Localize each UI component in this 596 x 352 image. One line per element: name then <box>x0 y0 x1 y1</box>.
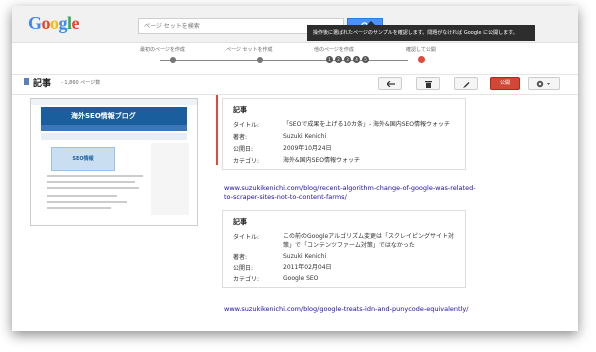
field-value: 海外&国内SEO情報ウォッチ <box>283 157 361 164</box>
result-card[interactable]: 記事 タイトル: 「SEOで成果を上げる10カ条」- 海外&国内SEO情報ウォッ… <box>222 98 466 170</box>
step-number-1[interactable]: 1 <box>326 56 333 63</box>
card-title: 記事 <box>233 218 247 226</box>
divider <box>12 94 578 95</box>
step-dot[interactable] <box>257 57 263 63</box>
field-key: タイトル: <box>233 122 260 129</box>
step-dot-current[interactable] <box>418 56 425 63</box>
gear-icon <box>536 80 550 88</box>
preview-top-strip <box>31 99 197 105</box>
field-key: 公開日: <box>233 146 254 153</box>
step-label-2[interactable]: ページ セットを作成 <box>226 46 273 53</box>
preview-text-line <box>47 195 117 197</box>
pencil-icon <box>463 82 470 88</box>
field-value: 2011年02月04日 <box>283 264 332 271</box>
field-key: 公開日: <box>233 265 254 272</box>
preview-nav <box>41 125 187 131</box>
document-icon <box>24 78 29 85</box>
logo-letter: o <box>41 13 51 33</box>
arrow-left-icon <box>387 81 395 87</box>
step-number-5[interactable]: 5 <box>362 56 369 63</box>
preview-text-line <box>47 187 139 189</box>
step-label-1[interactable]: 最初のページを作成 <box>140 46 185 53</box>
preview-banner: 海外SEO情報ブログ <box>41 107 187 125</box>
field-value: 2009年10月24日 <box>283 145 332 152</box>
preview-text-line <box>47 201 127 203</box>
steps-line <box>160 60 408 61</box>
delete-button[interactable] <box>416 77 440 90</box>
page-title: 記事 <box>33 79 52 89</box>
field-value: 「SEOで成果を上げる10カ条」- 海外&国内SEO情報ウォッチ <box>283 121 451 128</box>
trash-icon <box>425 81 432 88</box>
field-value: この前のGoogleアルゴリズム変更は「スクレイピングサイト対策」で「コンテンツ… <box>283 233 454 249</box>
card-title: 記事 <box>233 106 247 114</box>
result-card[interactable]: 記事 タイトル: この前のGoogleアルゴリズム変更は「スクレイピングサイト対… <box>222 210 466 288</box>
page-preview-thumbnail[interactable]: 海外SEO情報ブログ SEO情報 <box>30 98 198 226</box>
preview-strip <box>41 133 187 140</box>
field-value: Suzuki Kenichi <box>283 253 327 260</box>
app-window: Google 操作後に選ばれたページのサンプルを確認します。問題がなければ Go… <box>12 6 578 331</box>
step-label-4[interactable]: 確認して公開 <box>406 46 436 53</box>
field-key: 著者: <box>233 254 248 261</box>
settings-button[interactable] <box>528 77 560 90</box>
result-url-link[interactable]: www.suzukikenichi.com/blog/recent-algori… <box>224 184 484 202</box>
selection-indicator <box>216 95 218 165</box>
step-label-3[interactable]: 他のページを作成 <box>314 46 354 53</box>
logo-letter: o <box>50 13 59 33</box>
edit-button[interactable] <box>454 77 478 90</box>
field-key: 著者: <box>233 134 248 141</box>
page-count: - 1,860 ページ数 <box>61 80 101 86</box>
publish-button[interactable]: 公開 <box>490 77 520 90</box>
step-number-2[interactable]: 2 <box>335 56 342 63</box>
preview-seo-badge: SEO情報 <box>51 147 115 171</box>
preview-text-line <box>47 181 135 183</box>
divider <box>12 74 578 75</box>
help-tooltip: 操作後に選ばれたページのサンプルを確認します。問題がなければ Google に公… <box>307 21 535 41</box>
field-key: カテゴリ: <box>233 276 260 283</box>
field-key: カテゴリ: <box>233 158 260 165</box>
field-key: タイトル: <box>233 234 260 241</box>
logo-letter: g <box>58 13 68 33</box>
step-dot[interactable] <box>170 57 176 63</box>
logo-letter: e <box>71 13 80 33</box>
step-number-4[interactable]: 4 <box>353 56 360 63</box>
preview-sidebar <box>151 143 189 215</box>
field-value: Suzuki Kenichi <box>283 133 327 140</box>
preview-text-line <box>47 207 111 209</box>
result-url-link[interactable]: www.suzukikenichi.com/blog/google-treats… <box>224 305 484 314</box>
preview-text-line <box>47 175 143 177</box>
progress-steps: 最初のページを作成 ページ セットを作成 他のページを作成 確認して公開 1 2… <box>122 46 452 74</box>
back-button[interactable] <box>378 77 402 90</box>
logo-letter: G <box>28 13 42 33</box>
field-value: Google SEO <box>283 275 319 282</box>
google-logo[interactable]: Google <box>28 13 80 34</box>
step-number-3[interactable]: 3 <box>344 56 351 63</box>
